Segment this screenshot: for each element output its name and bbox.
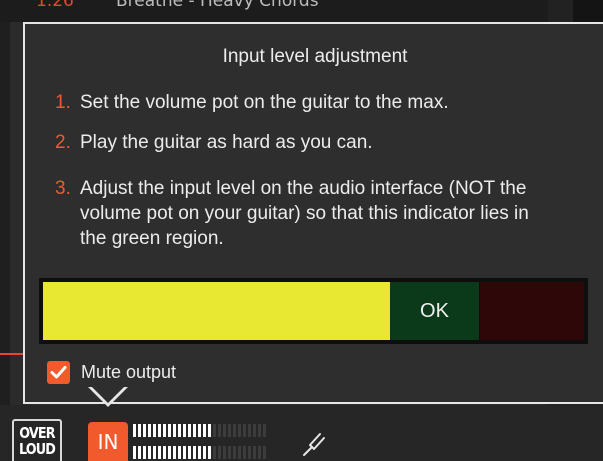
meter-segment: [263, 446, 266, 459]
logo-line-1: OVER: [19, 424, 55, 442]
meter-segment: [223, 424, 226, 437]
meter-segment: [163, 424, 166, 437]
meter-segment: [183, 424, 186, 437]
level-indicator-fill: [43, 282, 403, 340]
input-button[interactable]: IN: [88, 422, 128, 461]
instruction-step-3: 3. Adjust the input level on the audio in…: [55, 176, 550, 251]
background-track-row[interactable]: 1.26 Breathe - Heavy Chords: [0, 0, 603, 22]
tuning-fork-icon[interactable]: [298, 428, 328, 458]
step-number: 3.: [55, 178, 71, 199]
level-ok-zone: OK: [390, 282, 479, 340]
meter-segment: [193, 424, 196, 437]
meter-segment: [193, 446, 196, 459]
background-accent-line: [0, 353, 25, 355]
meter-segment: [248, 424, 251, 437]
meter-row-top: [133, 424, 266, 437]
bottom-toolbar: OVER LOUD IN: [0, 405, 603, 461]
meter-segment: [133, 424, 136, 437]
meter-segment: [178, 446, 181, 459]
meter-segment: [183, 446, 186, 459]
meter-segment: [213, 424, 216, 437]
meter-segment: [198, 446, 201, 459]
instruction-step-1: 1. Set the volume pot on the guitar to th…: [55, 90, 449, 115]
meter-segment: [248, 446, 251, 459]
meter-segment: [198, 424, 201, 437]
mute-output-label: Mute output: [81, 362, 177, 382]
step-number: 1.: [55, 92, 71, 113]
meter-segment: [188, 424, 191, 437]
meter-segment: [168, 446, 171, 459]
logo-line-2: LOUD: [18, 440, 56, 458]
meter-segment: [223, 446, 226, 459]
meter-segment: [173, 424, 176, 437]
meter-segment: [133, 446, 136, 459]
meter-segment: [253, 446, 256, 459]
meter-segment: [178, 424, 181, 437]
meter-segment: [138, 446, 141, 459]
meter-segment: [148, 446, 151, 459]
overloud-logo: OVER LOUD: [12, 419, 62, 461]
app-window: 1.26 Breathe - Heavy Chords OVER LOUD IN…: [0, 0, 603, 461]
meter-segment: [233, 424, 236, 437]
meter-row-bottom: [133, 446, 266, 459]
level-over-zone: [480, 282, 584, 340]
meter-segment: [243, 446, 246, 459]
step-text: Adjust the input level on the audio inte…: [80, 178, 529, 249]
level-indicator: OK: [39, 278, 588, 344]
meter-segment: [203, 424, 206, 437]
meter-segment: [218, 424, 221, 437]
step-text: Play the guitar as hard as you can.: [80, 132, 373, 153]
meter-segment: [158, 446, 161, 459]
meter-segment: [143, 446, 146, 459]
meter-segment: [213, 446, 216, 459]
mute-output-checkbox[interactable]: [47, 361, 70, 384]
input-level-dialog: Input level adjustment 1. Set the volume …: [23, 22, 603, 404]
step-number: 2.: [55, 132, 71, 153]
dialog-title: Input level adjustment: [222, 46, 408, 67]
step-text: Set the volume pot on the guitar to the …: [80, 92, 449, 113]
meter-segment: [203, 446, 206, 459]
meter-segment: [218, 446, 221, 459]
meter-segment: [163, 446, 166, 459]
meter-segment: [148, 424, 151, 437]
meter-segment: [208, 424, 211, 437]
meter-segment: [153, 424, 156, 437]
meter-segment: [243, 424, 246, 437]
meter-segment: [153, 446, 156, 459]
meter-segment: [258, 446, 261, 459]
meter-segment: [158, 424, 161, 437]
track-number: 1.26: [36, 0, 74, 11]
meter-segment: [173, 446, 176, 459]
input-level-meter: [133, 424, 268, 461]
checkmark-icon: [50, 366, 67, 379]
meter-segment: [238, 424, 241, 437]
meter-segment: [143, 424, 146, 437]
instruction-step-2: 2. Play the guitar as hard as you can.: [55, 130, 373, 155]
meter-segment: [263, 424, 266, 437]
meter-segment: [208, 446, 211, 459]
meter-segment: [253, 424, 256, 437]
meter-segment: [233, 446, 236, 459]
meter-segment: [228, 424, 231, 437]
meter-segment: [138, 424, 141, 437]
meter-segment: [258, 424, 261, 437]
meter-segment: [228, 446, 231, 459]
meter-segment: [188, 446, 191, 459]
track-title: Breathe - Heavy Chords: [116, 0, 319, 11]
meter-segment: [168, 424, 171, 437]
meter-segment: [238, 446, 241, 459]
dialog-pointer-inner: [90, 385, 126, 403]
